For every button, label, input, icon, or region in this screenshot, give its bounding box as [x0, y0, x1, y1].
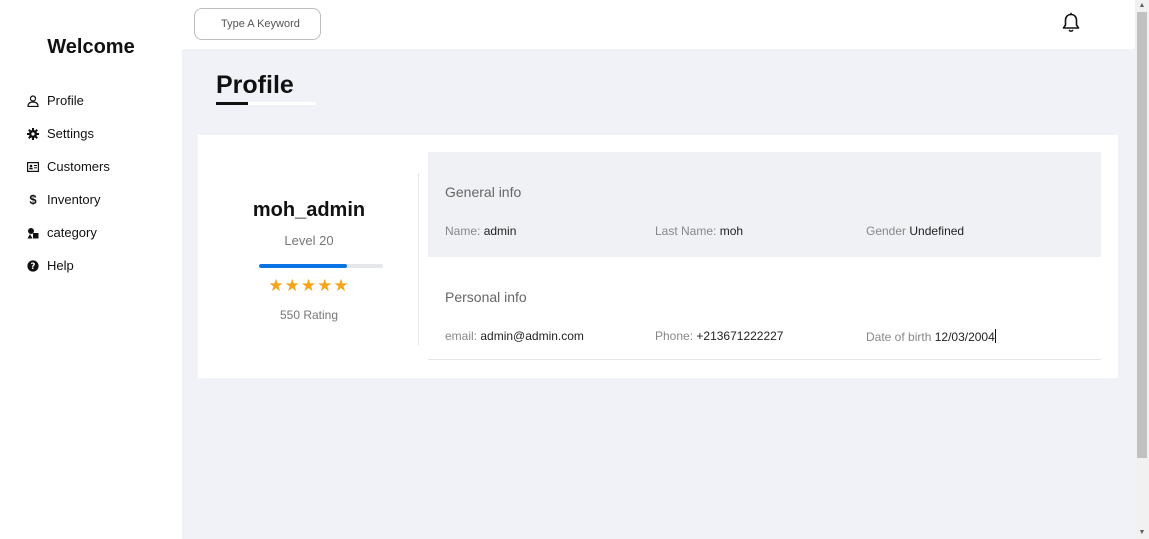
- main-content: Profile moh_admin Level 20 ★★★★★ 550 Rat…: [182, 49, 1135, 539]
- text-caret: [994, 329, 996, 343]
- scroll-down-arrow-icon[interactable]: ▼: [1135, 527, 1149, 539]
- name-value: admin: [483, 224, 517, 238]
- page-scrollbar[interactable]: ▲ ▼: [1135, 0, 1149, 539]
- page-title: Profile: [216, 71, 294, 99]
- sidebar-item-label: Inventory: [47, 192, 101, 207]
- email-field: email: admin@admin.com: [445, 329, 584, 343]
- id-card-icon: [27, 161, 39, 173]
- profile-card: moh_admin Level 20 ★★★★★ 550 Rating Gene…: [198, 135, 1118, 378]
- personal-info-title: Personal info: [445, 289, 527, 305]
- gender-label: Gender: [866, 224, 907, 238]
- rating-count: 550 Rating: [279, 308, 339, 322]
- bell-icon[interactable]: [1060, 12, 1082, 34]
- vertical-divider: [418, 173, 419, 345]
- sidebar-item-inventory[interactable]: $ Inventory: [27, 183, 110, 216]
- scrollbar-thumb[interactable]: [1137, 12, 1147, 458]
- sidebar-item-label: category: [47, 225, 97, 240]
- title-underline: [216, 102, 248, 105]
- dollar-icon: $: [29, 192, 37, 207]
- gear-icon: [27, 127, 39, 140]
- email-value: admin@admin.com: [480, 329, 584, 343]
- shapes-icon: [27, 227, 39, 239]
- sidebar-item-category[interactable]: category: [27, 216, 110, 249]
- brand-title: Welcome: [47, 36, 135, 58]
- sidebar-item-label: Help: [47, 258, 74, 273]
- user-icon: [27, 94, 39, 107]
- rating-stars: ★★★★★: [268, 276, 350, 295]
- phone-field: Phone: +213671222227: [655, 329, 783, 343]
- profile-summary: moh_admin Level 20 ★★★★★ 550 Rating: [198, 135, 420, 378]
- sidebar-nav: Profile Settings Customers $ Inventory c…: [27, 84, 110, 282]
- sidebar-item-label: Profile: [47, 93, 84, 108]
- level-progress-fill: [259, 264, 348, 268]
- general-info-section: General info Name: admin Last Name: moh …: [428, 152, 1101, 257]
- dob-field[interactable]: Date of birth 12/03/2004: [866, 329, 996, 344]
- sidebar: Welcome Profile Settings Customers $ Inv…: [0, 0, 182, 539]
- sidebar-item-profile[interactable]: Profile: [27, 84, 110, 117]
- sidebar-item-customers[interactable]: Customers: [27, 150, 110, 183]
- app-root: Welcome Profile Settings Customers $ Inv…: [0, 0, 1149, 539]
- sidebar-item-label: Settings: [47, 126, 94, 141]
- last-name-label: Last Name:: [655, 224, 717, 238]
- last-name-value: moh: [719, 224, 744, 238]
- personal-info-section: Personal info email: admin@admin.com Pho…: [428, 257, 1101, 360]
- level-progress-bar: [259, 264, 383, 268]
- gender-field: Gender Undefined: [866, 224, 964, 238]
- name-label: Name:: [445, 224, 481, 238]
- svg-text:?: ?: [31, 262, 36, 272]
- email-label: email:: [445, 329, 478, 343]
- scroll-up-arrow-icon[interactable]: ▲: [1135, 0, 1149, 12]
- sidebar-item-label: Customers: [47, 159, 110, 174]
- name-field: Name: admin: [445, 224, 516, 238]
- username: moh_admin: [252, 199, 366, 221]
- phone-label: Phone:: [655, 329, 694, 343]
- search-input[interactable]: [194, 8, 321, 40]
- sidebar-item-help[interactable]: ? Help: [27, 249, 110, 282]
- title-underline-accent: [248, 102, 316, 105]
- dob-label: Date of birth: [866, 330, 932, 344]
- phone-value: +213671222227: [696, 329, 784, 343]
- sidebar-item-settings[interactable]: Settings: [27, 117, 110, 150]
- gender-value: Undefined: [909, 224, 965, 238]
- level-label: Level 20: [284, 233, 334, 248]
- general-info-title: General info: [445, 184, 522, 200]
- last-name-field: Last Name: moh: [655, 224, 743, 238]
- question-circle-icon: ?: [27, 259, 39, 272]
- dob-value: 12/03/2004: [934, 330, 995, 344]
